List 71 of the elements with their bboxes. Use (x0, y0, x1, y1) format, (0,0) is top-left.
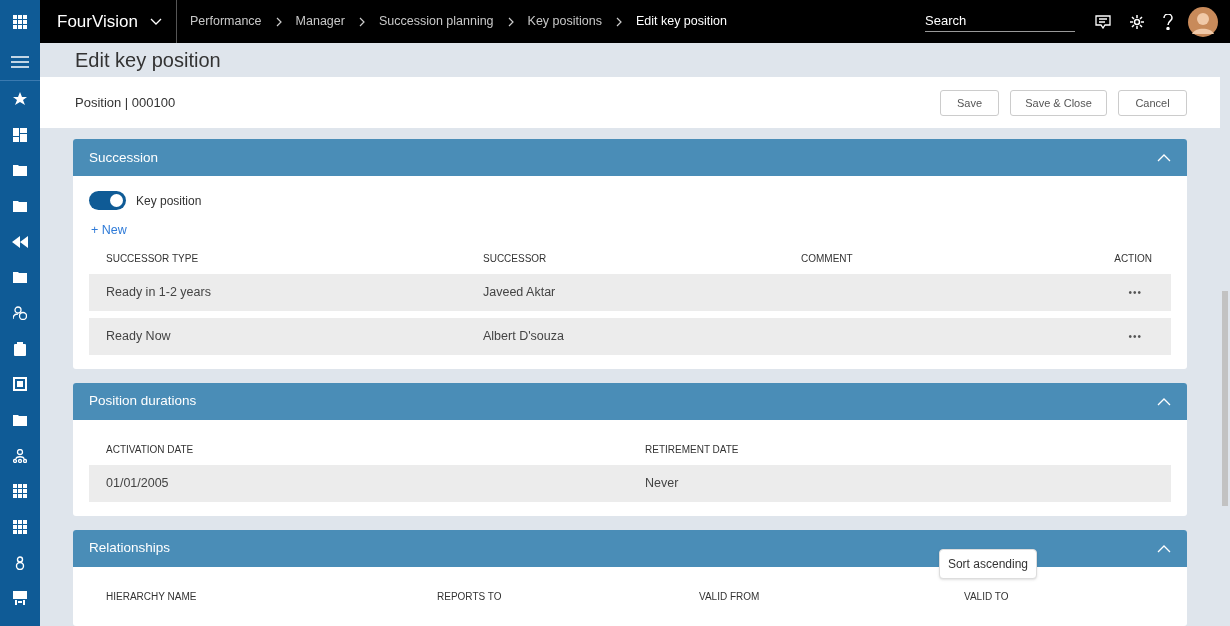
more-options-button[interactable]: ••• (1128, 285, 1142, 300)
app-name: FourVision (56, 10, 139, 33)
table-cell-text: Albert D'souza (483, 328, 565, 346)
settings-icon[interactable] (1129, 13, 1145, 30)
table-row[interactable]: 01/01/2005 Never (89, 465, 1171, 502)
folder-icon[interactable] (13, 414, 27, 427)
search-field[interactable]: Search (925, 11, 1075, 32)
section-title: Relationships (89, 539, 172, 558)
table-cell-text: Javeed Aktar (483, 284, 557, 302)
message-icon[interactable] (1095, 14, 1111, 29)
breadcrumb-link[interactable]: Key positions (527, 12, 602, 31)
breadcrumb-link[interactable]: Edit key position (635, 12, 727, 31)
menu-icon[interactable] (11, 55, 29, 68)
more-options-button[interactable]: ••• (1128, 329, 1142, 344)
chevron-right-icon (358, 16, 365, 27)
breadcrumb-link[interactable]: Performance (190, 12, 262, 31)
table-cell-text: Never (645, 475, 680, 493)
org-chart-icon[interactable] (13, 448, 27, 463)
chevron-up-icon[interactable] (1157, 153, 1171, 162)
help-icon[interactable] (1163, 13, 1173, 30)
save-button[interactable]: Save (940, 89, 999, 116)
chevron-right-icon (507, 16, 514, 27)
scrollbar[interactable] (1222, 291, 1228, 506)
chevron-down-icon[interactable] (150, 17, 162, 26)
section-title: Position durations (89, 392, 198, 411)
dashboard-icon[interactable] (13, 127, 27, 142)
cancel-button[interactable]: Cancel (1118, 89, 1187, 116)
folder-icon[interactable] (13, 199, 27, 212)
section-header[interactable]: Position durations (73, 383, 1187, 420)
toggle-label: Key position (136, 192, 202, 210)
chevron-right-icon (615, 16, 622, 27)
avatar[interactable] (1188, 6, 1218, 37)
page-title: Edit key position (75, 48, 221, 74)
column-header[interactable]: ACTIVATION DATE (106, 442, 645, 457)
column-header[interactable]: COMMENT (801, 251, 1074, 266)
column-header[interactable]: ACTION (1074, 251, 1154, 266)
new-link[interactable]: + New (89, 221, 127, 240)
section-title: Succession (89, 148, 160, 167)
column-header[interactable]: SUCCESSOR (483, 251, 801, 266)
tooltip: Sort ascending (938, 549, 1037, 579)
column-header[interactable]: HIERARCHY NAME (106, 589, 437, 604)
breadcrumb-link[interactable]: Succession planning (378, 12, 494, 31)
clipboard-icon[interactable] (14, 341, 26, 356)
record-id: Position | 000100 (75, 94, 177, 113)
person-icon[interactable] (13, 555, 27, 570)
column-header[interactable]: VALID FROM (699, 589, 964, 604)
section-header[interactable]: Succession (73, 139, 1187, 177)
chevron-up-icon[interactable] (1157, 397, 1171, 406)
column-header[interactable]: VALID TO (964, 589, 1154, 604)
table-cell-text: Ready in 1-2 years (106, 284, 212, 302)
folder-icon[interactable] (13, 164, 27, 177)
chevron-up-icon[interactable] (1157, 544, 1171, 553)
rewind-icon[interactable] (12, 235, 28, 248)
save-close-button[interactable]: Save & Close (1010, 89, 1107, 116)
column-header[interactable]: RETIREMENT DATE (645, 442, 1154, 457)
column-header[interactable]: REPORTS TO (437, 589, 699, 604)
chevron-right-icon (275, 16, 282, 27)
picture-frame-icon[interactable] (13, 377, 27, 392)
app-grid-icon[interactable] (13, 520, 27, 535)
toggle-switch[interactable] (89, 191, 126, 211)
app-grid-icon[interactable] (13, 14, 27, 29)
star-icon[interactable] (13, 91, 27, 106)
breadcrumb-link[interactable]: Manager (295, 12, 345, 31)
table-row[interactable]: Ready in 1-2 years Javeed Aktar ••• (89, 274, 1171, 311)
table-cell-text: Ready Now (106, 328, 172, 346)
folder-icon[interactable] (13, 271, 27, 284)
table-cell-text: 01/01/2005 (106, 475, 170, 493)
table-row[interactable]: Ready Now Albert D'souza ••• (89, 318, 1171, 355)
app-grid-icon[interactable] (13, 484, 27, 499)
people-icon[interactable] (13, 305, 27, 320)
column-header[interactable]: SUCCESSOR TYPE (106, 251, 483, 266)
